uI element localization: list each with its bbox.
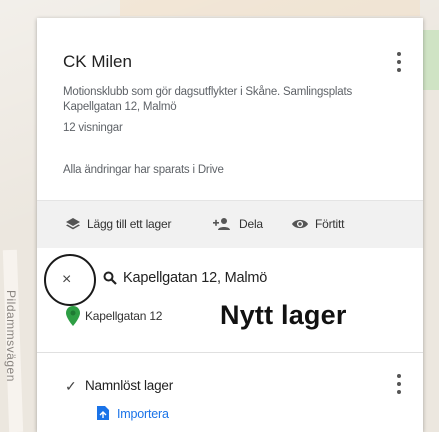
layer-item: ✓ Namnlöst lager bbox=[37, 370, 423, 400]
share-label: Dela bbox=[239, 217, 263, 231]
add-layer-button[interactable]: Lägg till ett lager bbox=[65, 217, 171, 231]
section-divider bbox=[37, 352, 423, 353]
import-link[interactable]: Importera bbox=[37, 402, 423, 426]
search-result-item[interactable]: Kapellgatan 12 Nytt lager bbox=[37, 300, 423, 332]
search-result-layer: × Kapellgatan 12, Malmö bbox=[37, 254, 423, 306]
map-title[interactable]: CK Milen bbox=[63, 52, 132, 72]
search-icon bbox=[103, 271, 117, 285]
new-layer-annotation: Nytt lager bbox=[220, 300, 347, 330]
pin-label: Kapellgatan 12 bbox=[85, 309, 163, 323]
layer-options-icon[interactable] bbox=[393, 374, 405, 394]
eye-icon bbox=[292, 219, 308, 229]
close-icon[interactable]: × bbox=[62, 271, 71, 289]
share-button[interactable]: Dela bbox=[213, 217, 263, 231]
import-label: Importera bbox=[117, 407, 169, 421]
layer-name[interactable]: Namnlöst lager bbox=[85, 378, 173, 393]
save-status: Alla ändringar har sparats i Drive bbox=[63, 164, 224, 176]
add-layer-label: Lägg till ett lager bbox=[87, 217, 172, 231]
map-options-icon[interactable] bbox=[393, 52, 405, 72]
layer-visibility-checkbox[interactable]: ✓ bbox=[65, 378, 77, 395]
file-import-icon bbox=[97, 406, 109, 420]
view-count: 12 visningar bbox=[63, 122, 123, 134]
map-description[interactable]: Motionsklubb som gör dagsutflykter i Skå… bbox=[63, 85, 393, 115]
map-legend-panel: CK Milen Motionsklubb som gör dagsutflyk… bbox=[37, 18, 423, 432]
preview-button[interactable]: Förtitt bbox=[291, 217, 344, 231]
preview-label: Förtitt bbox=[315, 217, 345, 231]
layers-icon bbox=[66, 218, 80, 230]
map-toolbar: Lägg till ett lager Dela Förtitt bbox=[37, 200, 423, 248]
map-road-top bbox=[120, 0, 420, 16]
search-query[interactable]: Kapellgatan 12, Malmö bbox=[123, 270, 267, 286]
map-pin-icon bbox=[66, 306, 80, 326]
add-person-icon bbox=[213, 218, 230, 230]
map-street-label: Pildammsvägen bbox=[4, 290, 18, 382]
